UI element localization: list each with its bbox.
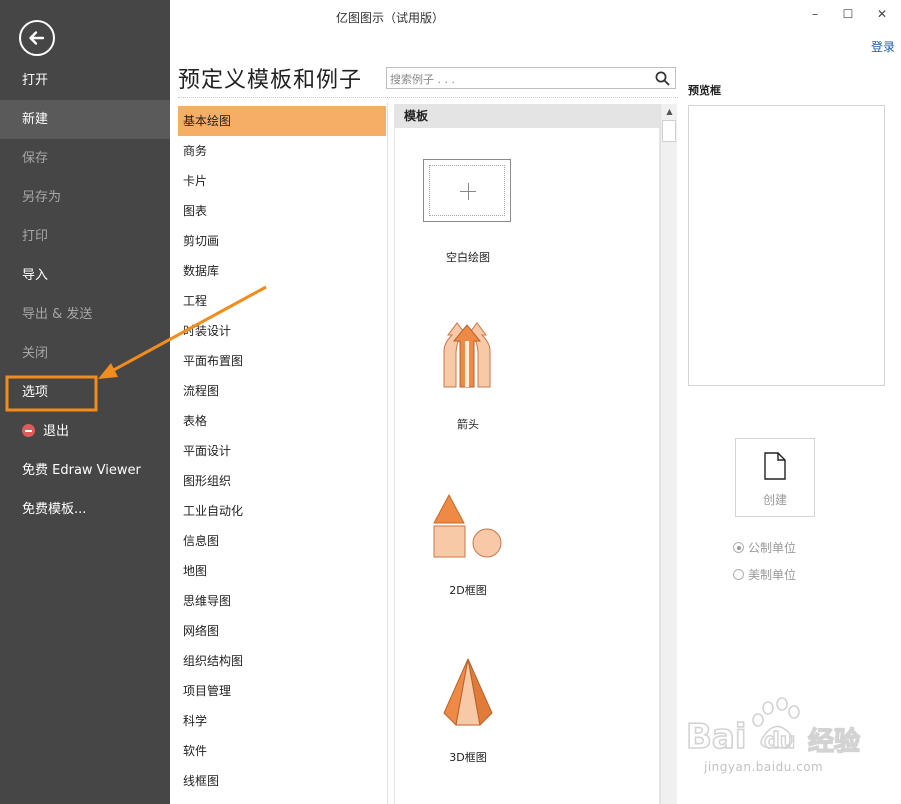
category-item[interactable]: 平面布置图 — [178, 346, 386, 376]
radio-us[interactable]: 美制单位 — [733, 566, 796, 583]
category-item[interactable]: 线框图 — [178, 766, 386, 796]
svg-text:du: du — [764, 729, 795, 754]
category-item[interactable]: 平面设计 — [178, 436, 386, 466]
template-label: 3D框图 — [449, 751, 487, 764]
back-arrow-icon — [29, 31, 45, 45]
menu-close[interactable]: 关闭 — [0, 334, 170, 373]
menu-free-templates[interactable]: 免费模板... — [0, 490, 170, 529]
svg-text:Bai: Bai — [686, 717, 747, 757]
document-icon — [764, 452, 786, 480]
template-scrollbar[interactable]: ▲ — [660, 104, 677, 804]
search-input[interactable] — [387, 69, 647, 90]
menu-open[interactable]: 打开 — [0, 61, 170, 100]
category-item[interactable]: 信息图 — [178, 526, 386, 556]
back-button[interactable] — [19, 20, 55, 56]
menu-exit[interactable]: 退出 — [0, 412, 170, 451]
watermark-url: jingyan.baidu.com — [704, 760, 824, 774]
preview-box — [688, 105, 885, 386]
category-item[interactable]: 思维导图 — [178, 586, 386, 616]
baidu-watermark: Bai du 经验 jingyan.baidu.com — [682, 694, 892, 794]
category-item[interactable]: 图形组织 — [178, 466, 386, 496]
template-arrows[interactable]: 箭头 — [395, 304, 541, 444]
category-item[interactable]: 数据库 — [178, 256, 386, 286]
template-2d-shapes[interactable]: 2D框图 — [395, 484, 541, 614]
menu-exit-label: 退出 — [43, 424, 70, 439]
radio-metric[interactable]: 公制单位 — [733, 539, 796, 556]
radio-us-label: 美制单位 — [748, 568, 797, 582]
category-item[interactable]: 商务 — [178, 136, 386, 166]
category-item[interactable]: 工业自动化 — [178, 496, 386, 526]
maximize-button[interactable]: ☐ — [839, 5, 857, 23]
template-label: 空白绘图 — [446, 251, 490, 264]
window-title: 亿图图示（试用版） — [335, 11, 444, 25]
arrows-icon — [443, 322, 491, 388]
menu-export-send[interactable]: 导出 & 发送 — [0, 295, 170, 334]
category-item[interactable]: 网络图 — [178, 616, 386, 646]
template-label: 2D框图 — [449, 584, 487, 597]
search-box[interactable] — [386, 67, 676, 90]
3d-pyramid-icon — [443, 658, 493, 727]
preview-title: 预览框 — [688, 84, 721, 97]
category-item[interactable]: 软件 — [178, 736, 386, 766]
exit-icon — [22, 424, 35, 437]
menu-options[interactable]: 选项 — [0, 373, 170, 412]
scroll-up-icon[interactable]: ▲ — [661, 104, 678, 120]
menu-save[interactable]: 保存 — [0, 139, 170, 178]
login-link[interactable]: 登录 — [871, 38, 895, 55]
menu-free-viewer[interactable]: 免费 Edraw Viewer — [0, 451, 170, 490]
category-basic-drawing[interactable]: 基本绘图 — [178, 106, 386, 136]
scroll-thumb[interactable] — [662, 120, 676, 142]
baidu-logo-icon: Bai du 经验 — [685, 697, 861, 758]
template-3d-shapes[interactable]: 3D框图 — [395, 649, 541, 779]
backstage-sidebar: 打开 新建 保存 另存为 打印 导入 导出 & 发送 关闭 选项 退出 免费 E… — [0, 0, 170, 804]
menu-import[interactable]: 导入 — [0, 256, 170, 295]
category-item[interactable]: 流程图 — [178, 376, 386, 406]
minimize-button[interactable]: – — [806, 5, 824, 23]
category-item[interactable]: 图表 — [178, 196, 386, 226]
category-item[interactable]: 组织结构图 — [178, 646, 386, 676]
radio-metric-label: 公制单位 — [748, 541, 797, 555]
menu-print[interactable]: 打印 — [0, 217, 170, 256]
category-item[interactable]: 时装设计 — [178, 316, 386, 346]
radio-metric-icon — [733, 542, 744, 553]
menu-new[interactable]: 新建 — [0, 100, 170, 139]
template-panel: 模板 空白绘图 箭头 2D框图 3D框图 — [394, 104, 660, 804]
2d-shapes-icon — [433, 493, 502, 558]
template-blank-drawing[interactable]: 空白绘图 — [395, 104, 541, 274]
svg-text:经验: 经验 — [808, 726, 860, 757]
category-item[interactable]: 表格 — [178, 406, 386, 436]
category-item[interactable]: 卡片 — [178, 166, 386, 196]
blank-drawing-icon — [423, 159, 511, 222]
category-item[interactable]: 工程 — [178, 286, 386, 316]
category-item[interactable]: 科学 — [178, 706, 386, 736]
create-label: 创建 — [762, 493, 787, 507]
category-item[interactable]: 项目管理 — [178, 676, 386, 706]
create-button[interactable]: 创建 — [735, 438, 815, 517]
close-button[interactable]: ✕ — [873, 5, 891, 23]
template-label: 箭头 — [457, 418, 479, 431]
header-divider — [178, 97, 678, 98]
category-list: 基本绘图 商务 卡片 图表 剪切画 数据库 工程 时装设计 平面布置图 流程图 … — [178, 103, 388, 804]
category-item[interactable]: 地图 — [178, 556, 386, 586]
radio-us-icon — [733, 569, 744, 580]
menu-save-as[interactable]: 另存为 — [0, 178, 170, 217]
search-icon[interactable] — [655, 71, 670, 86]
category-item[interactable]: 剪切画 — [178, 226, 386, 256]
page-title: 预定义模板和例子 — [178, 68, 363, 93]
